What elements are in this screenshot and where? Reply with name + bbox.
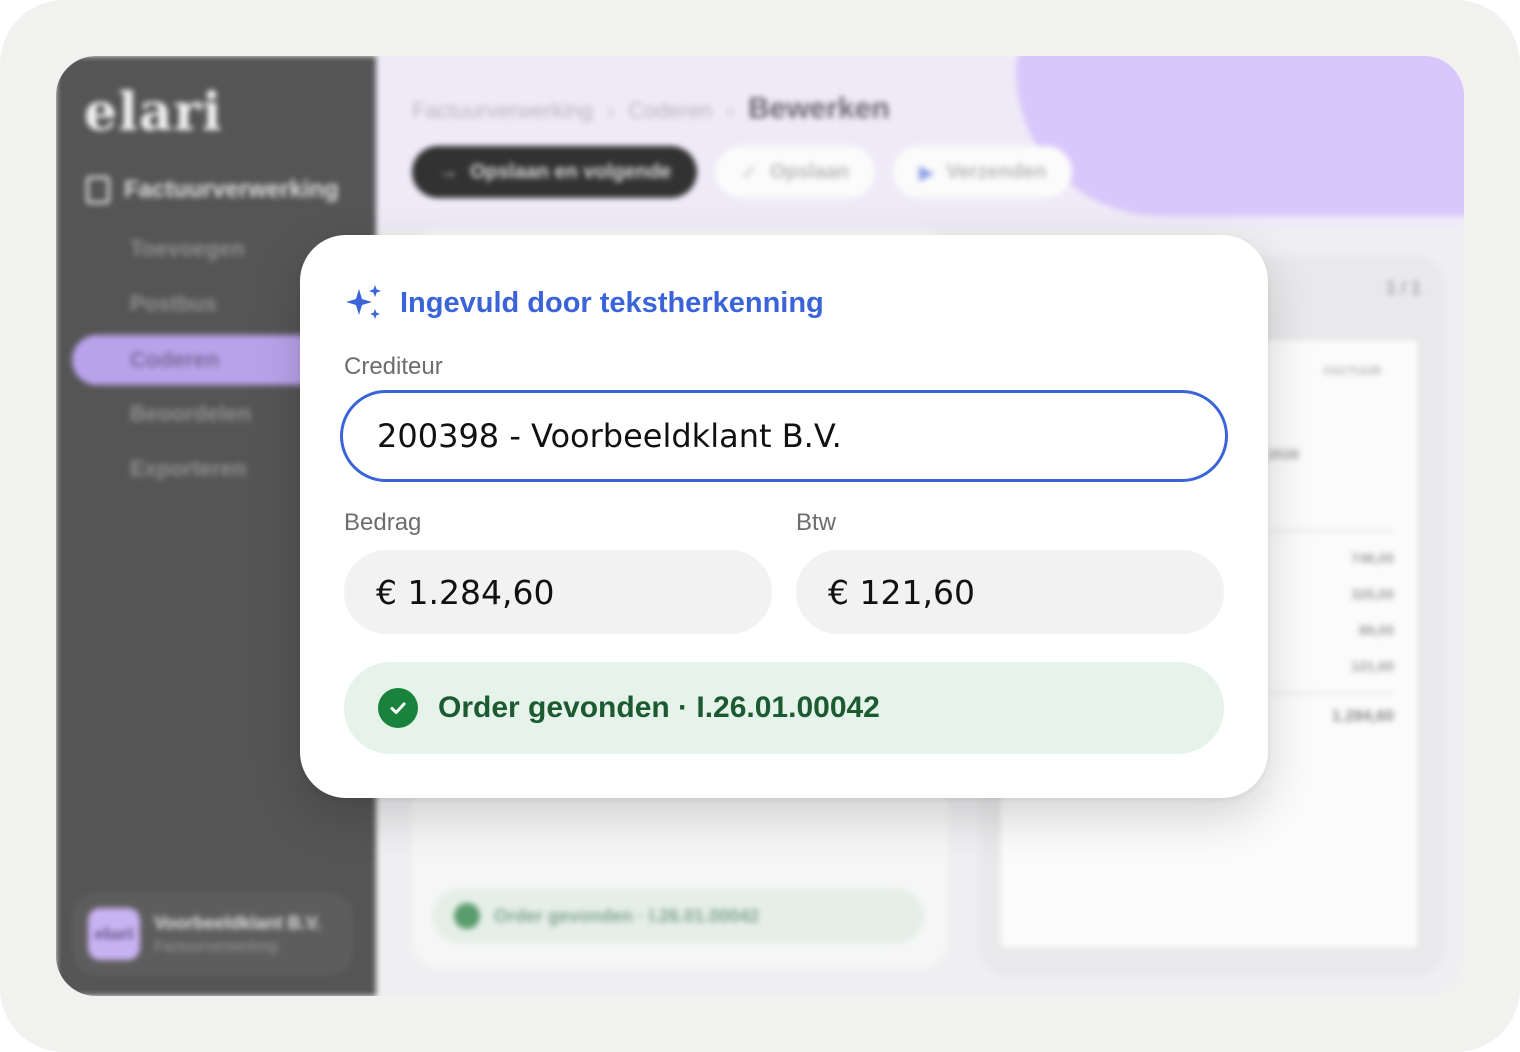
sidebar-item-exporteren[interactable]: Exporteren — [130, 456, 246, 482]
breadcrumb: Factuurverwerking › Coderen › Bewerken — [412, 92, 890, 126]
vat-label: Btw — [796, 509, 837, 536]
send-icon: ▶ — [918, 161, 935, 184]
save-and-next-button[interactable]: → Opslaan en volgende — [412, 146, 698, 198]
order-found-banner: Order gevonden · I.26.01.00042 — [344, 662, 1224, 754]
ocr-card-title: Ingevuld door tekstherkenning — [400, 286, 824, 319]
document-type-label: FACTUUR — [1324, 364, 1382, 378]
amount-label: Bedrag — [344, 509, 422, 536]
sparkles-icon — [346, 285, 381, 319]
amount-field[interactable]: € 1.284,60 — [344, 550, 772, 634]
document-line-amount: 89,00 — [1358, 622, 1394, 638]
decorative-blob — [1016, 56, 1464, 216]
background-order-text: Order gevonden · I.26.01.00042 — [494, 905, 760, 926]
arrow-right-icon: → — [438, 160, 458, 183]
document-line-amount: 325,00 — [1351, 586, 1394, 602]
account-name: Voorbeeldklant B.V. — [154, 913, 322, 933]
checkmark-icon: ✓ — [741, 161, 758, 184]
receipt-icon — [86, 176, 110, 204]
sidebar-section-invoice-processing[interactable]: Factuurverwerking — [86, 176, 339, 204]
creditor-input[interactable] — [340, 390, 1228, 482]
chevron-right-icon: › — [606, 98, 615, 123]
sidebar-item-toevoegen[interactable]: Toevoegen — [130, 236, 245, 262]
document-line-amount: 748,00 — [1351, 550, 1394, 566]
sidebar-item-beoordelen[interactable]: Beoordelen — [130, 401, 251, 427]
order-found-text: Order gevonden · I.26.01.00042 — [438, 691, 880, 724]
avatar: elari — [88, 908, 140, 960]
page-title: Bewerken — [748, 92, 890, 125]
sidebar-section-label: Factuurverwerking — [124, 176, 339, 203]
vat-field[interactable]: € 121,60 — [796, 550, 1224, 634]
toolbar: → Opslaan en volgende ✓ Opslaan ▶ Verzen… — [412, 146, 1073, 198]
check-circle-icon — [378, 688, 418, 728]
save-and-next-label: Opslaan en volgende — [470, 160, 672, 183]
page-indicator: 1 / 1 — [1386, 278, 1422, 298]
document-date: 2026 — [1268, 446, 1300, 462]
creditor-label: Crediteur — [344, 353, 443, 380]
breadcrumb-item[interactable]: Factuurverwerking — [412, 98, 593, 124]
send-label: Verzenden — [946, 160, 1047, 183]
document-divider — [1268, 530, 1394, 532]
send-button[interactable]: ▶ Verzenden — [892, 146, 1073, 198]
breadcrumb-item[interactable]: Coderen — [628, 98, 712, 124]
chevron-right-icon: › — [726, 98, 734, 123]
document-divider — [1268, 692, 1394, 694]
ocr-result-card: Ingevuld door tekstherkenning Crediteur … — [300, 235, 1268, 798]
sidebar-item-postbus[interactable]: Postbus — [130, 291, 217, 317]
app-logo: elari — [84, 82, 223, 143]
document-total: 1.284,60 — [1331, 708, 1394, 725]
check-circle-icon — [454, 903, 480, 929]
account-switcher[interactable]: elari Voorbeeldklant B.V. Factuurverwerk… — [74, 894, 352, 974]
background-order-status: Order gevonden · I.26.01.00042 — [432, 888, 924, 944]
account-subtitle: Factuurverwerking — [154, 938, 278, 955]
save-button[interactable]: ✓ Opslaan — [715, 146, 875, 198]
ocr-card-header: Ingevuld door tekstherkenning — [344, 283, 824, 323]
save-label: Opslaan — [769, 160, 849, 183]
document-line-amount: 121,60 — [1351, 658, 1394, 674]
